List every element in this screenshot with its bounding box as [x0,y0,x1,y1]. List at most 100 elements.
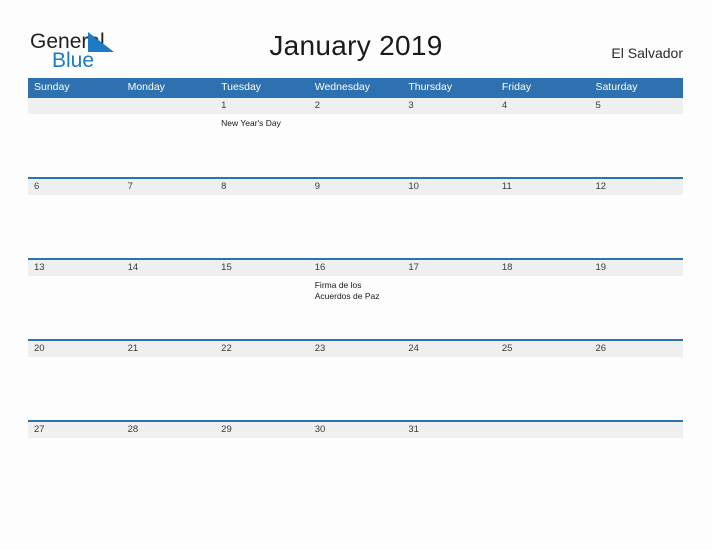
week-event-band [28,438,683,501]
day-cell[interactable] [589,438,683,501]
day-cell[interactable] [402,357,496,420]
day-number[interactable]: 5 [589,98,683,114]
week-event-band: Firma de los Acuerdos de Paz [28,276,683,339]
day-number[interactable] [496,422,590,438]
week-row: 27 28 29 30 31 [28,420,683,501]
day-number[interactable]: 29 [215,422,309,438]
day-cell[interactable] [215,276,309,339]
day-cell[interactable] [122,276,216,339]
day-number[interactable]: 6 [28,179,122,195]
day-number[interactable]: 9 [309,179,403,195]
day-number[interactable]: 30 [309,422,403,438]
day-cell[interactable] [215,438,309,501]
day-cell[interactable] [589,195,683,258]
day-cell[interactable] [215,195,309,258]
day-number[interactable] [589,422,683,438]
day-number[interactable]: 3 [402,98,496,114]
day-cell[interactable] [122,357,216,420]
day-number[interactable]: 21 [122,341,216,357]
calendar-page: General Blue January 2019 El Salvador Su… [0,0,712,550]
day-cell[interactable] [496,195,590,258]
day-number[interactable]: 12 [589,179,683,195]
day-number[interactable]: 7 [122,179,216,195]
week-date-band: 6 7 8 9 10 11 12 [28,179,683,195]
day-cell[interactable] [122,114,216,177]
day-cell[interactable] [402,195,496,258]
day-number[interactable]: 13 [28,260,122,276]
event-text: New Year's Day [221,118,281,128]
day-cell[interactable] [122,195,216,258]
day-number[interactable]: 2 [309,98,403,114]
day-header-saturday: Saturday [595,81,638,93]
week-event-band: New Year's Day [28,114,683,177]
day-cell[interactable] [402,276,496,339]
event-text: Acuerdos de Paz [314,291,380,301]
week-date-band: 13 14 15 16 17 18 19 [28,260,683,276]
calendar-grid: Sunday Monday Tuesday Wednesday Thursday… [28,78,683,501]
day-header-monday: Monday [127,81,165,93]
week-event-band [28,195,683,258]
week-row: 13 14 15 16 17 18 19 Firma de los Acuerdo… [28,258,683,339]
country-label: El Salvador [611,45,683,61]
day-cell[interactable] [309,114,403,177]
day-cell[interactable] [496,276,590,339]
day-cell[interactable] [309,438,403,501]
day-number[interactable]: 28 [122,422,216,438]
day-cell[interactable] [28,276,122,339]
day-cell[interactable] [28,357,122,420]
page-title: January 2019 [269,30,443,61]
day-number[interactable]: 10 [402,179,496,195]
day-number[interactable]: 17 [402,260,496,276]
day-number[interactable]: 23 [309,341,403,357]
day-cell[interactable] [496,114,590,177]
day-cell[interactable] [589,357,683,420]
day-header-sunday: Sunday [34,81,70,93]
day-number[interactable]: 11 [496,179,590,195]
day-cell[interactable]: Firma de los Acuerdos de Paz [309,276,403,339]
day-of-week-header-row: Sunday Monday Tuesday Wednesday Thursday… [28,78,683,96]
day-number[interactable]: 8 [215,179,309,195]
event-text: Firma de los [314,280,362,290]
day-cell[interactable] [589,114,683,177]
day-header-friday: Friday [501,81,532,93]
page-header: General Blue January 2019 El Salvador [0,0,712,78]
day-number[interactable]: 26 [589,341,683,357]
day-cell[interactable] [28,114,122,177]
day-number[interactable] [28,98,122,114]
day-number[interactable]: 25 [496,341,590,357]
day-number[interactable]: 15 [215,260,309,276]
day-cell[interactable] [402,438,496,501]
week-date-band: 1 2 3 4 5 [28,98,683,114]
day-number[interactable]: 20 [28,341,122,357]
day-cell[interactable] [496,357,590,420]
day-cell[interactable] [496,438,590,501]
day-number[interactable]: 19 [589,260,683,276]
day-number[interactable]: 27 [28,422,122,438]
day-cell[interactable] [309,357,403,420]
day-number[interactable]: 4 [496,98,590,114]
day-cell[interactable] [589,276,683,339]
day-cell[interactable] [28,438,122,501]
day-number[interactable]: 24 [402,341,496,357]
week-date-band: 20 21 22 23 24 25 26 [28,341,683,357]
week-event-band [28,357,683,420]
day-number[interactable]: 1 [215,98,309,114]
day-cell[interactable] [402,114,496,177]
day-number[interactable]: 22 [215,341,309,357]
day-number[interactable]: 31 [402,422,496,438]
day-cell[interactable]: New Year's Day [215,114,309,177]
week-row: 6 7 8 9 10 11 12 [28,177,683,258]
day-cell[interactable] [28,195,122,258]
day-header-wednesday: Wednesday [314,81,370,93]
week-date-band: 27 28 29 30 31 [28,422,683,438]
week-row: 1 2 3 4 5 New Year's Day [28,96,683,177]
week-row: 20 21 22 23 24 25 26 [28,339,683,420]
day-cell[interactable] [122,438,216,501]
day-cell[interactable] [215,357,309,420]
day-number[interactable]: 18 [496,260,590,276]
day-number[interactable] [122,98,216,114]
day-number[interactable]: 14 [122,260,216,276]
day-cell[interactable] [309,195,403,258]
day-number[interactable]: 16 [309,260,403,276]
day-header-thursday: Thursday [408,81,453,93]
